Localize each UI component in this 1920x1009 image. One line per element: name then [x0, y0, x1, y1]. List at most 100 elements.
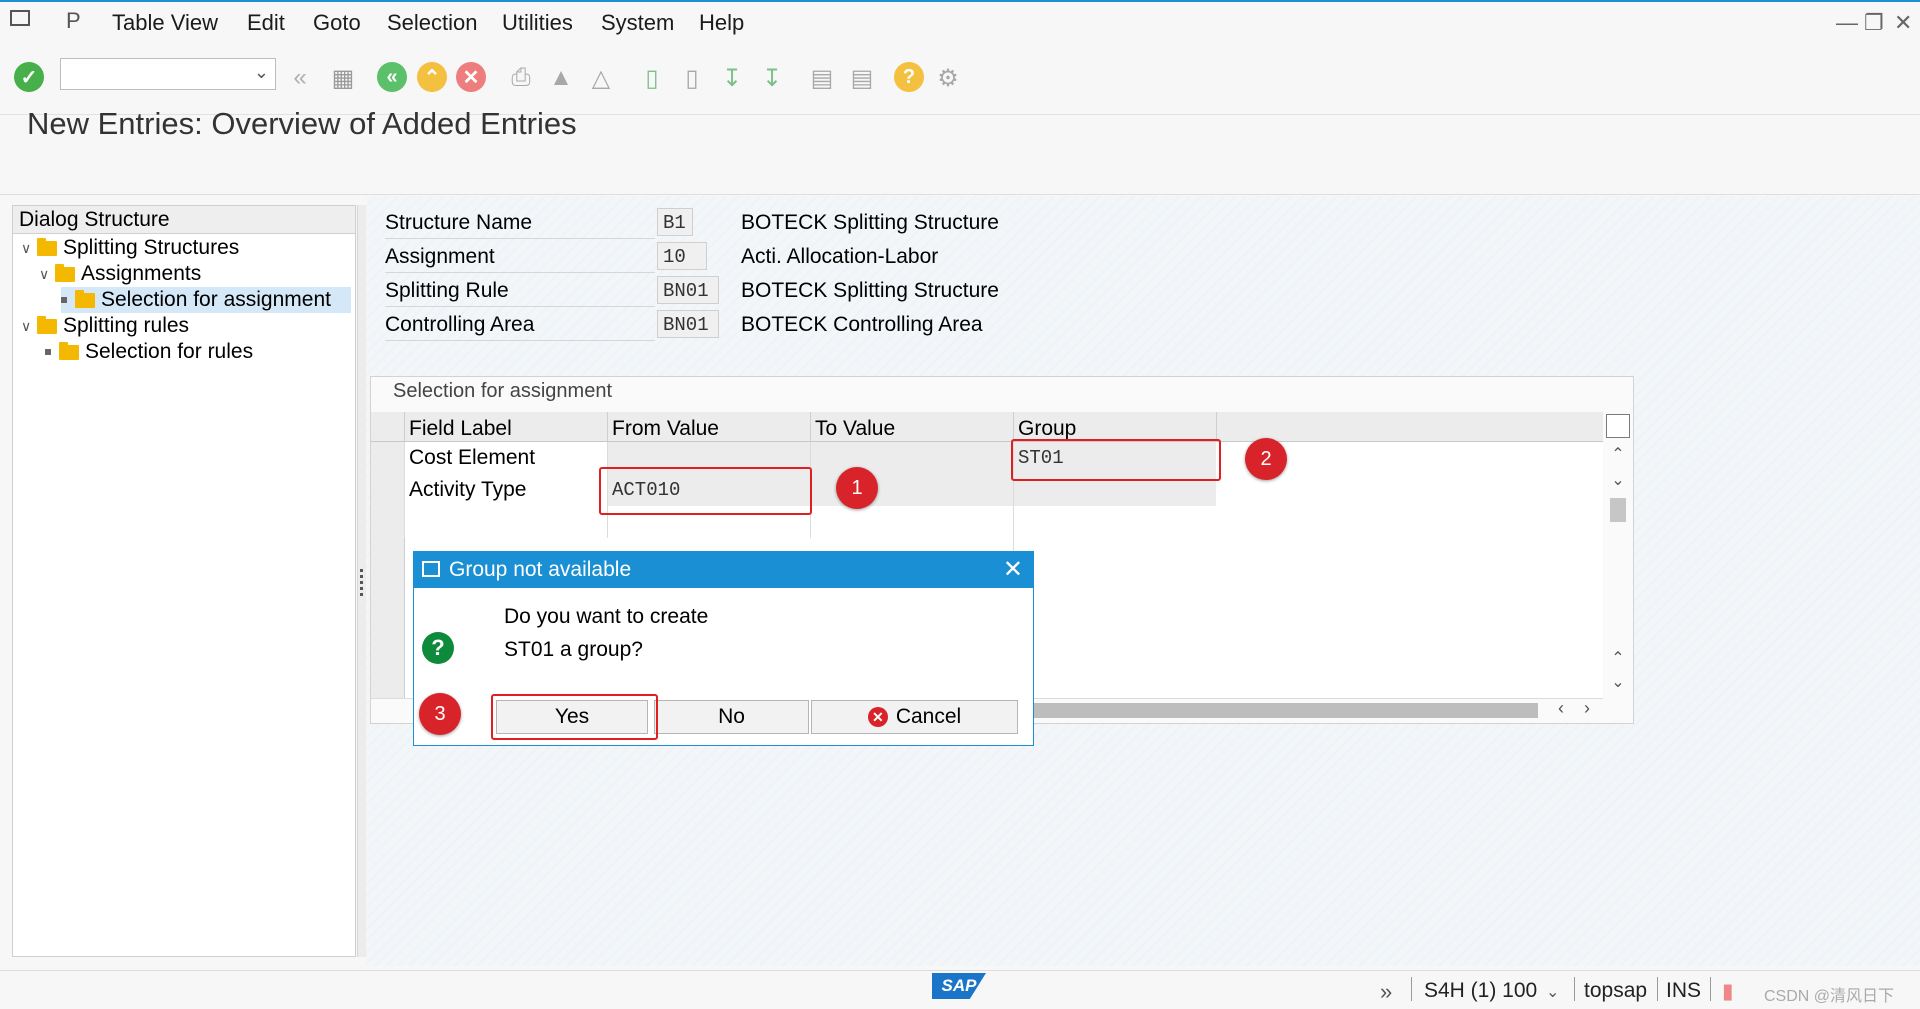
- menu-help[interactable]: Help: [699, 10, 744, 36]
- tree-item-selection-for-rules[interactable]: Selection for rules: [45, 339, 253, 365]
- last-page-icon[interactable]: ↧: [756, 62, 788, 94]
- horizontal-scrollbar[interactable]: [1034, 703, 1538, 718]
- scroll-down-icon[interactable]: ⌄: [1605, 470, 1631, 490]
- command-field[interactable]: ⌄: [60, 58, 276, 90]
- shortcut-icon[interactable]: ▤: [846, 62, 878, 94]
- folder-icon: [37, 237, 57, 256]
- tree-item-assignments[interactable]: ∨ Assignments: [39, 261, 201, 287]
- table-caption: Selection for assignment: [393, 380, 613, 402]
- tree-item-label: Selection for assignment: [101, 288, 331, 311]
- system-info[interactable]: S4H (1) 100: [1424, 979, 1537, 1003]
- menu-selection[interactable]: Selection: [387, 10, 478, 36]
- splitting-rule-label: Splitting Rule: [385, 276, 655, 307]
- close-icon[interactable]: ✕: [1003, 552, 1023, 588]
- row-selector[interactable]: [371, 538, 405, 570]
- table-row: [371, 506, 1603, 539]
- create-session-icon[interactable]: ▤: [806, 62, 838, 94]
- structure-name-value: B1: [657, 208, 693, 236]
- column-header-from-value[interactable]: From Value: [607, 412, 810, 441]
- annotation-box-group: [1011, 439, 1221, 481]
- row-selector[interactable]: [371, 666, 405, 698]
- annotation-badge-3: 3: [419, 693, 461, 735]
- menu-table-view[interactable]: Table View: [112, 10, 218, 36]
- chevron-down-icon[interactable]: ∨: [39, 261, 55, 287]
- find-next-icon[interactable]: △: [585, 62, 617, 94]
- insert-mode[interactable]: INS: [1666, 979, 1701, 1003]
- exit-icon[interactable]: ⌃: [417, 62, 447, 92]
- chevron-down-icon[interactable]: ∨: [21, 235, 37, 261]
- row-selector[interactable]: [371, 506, 405, 538]
- no-button[interactable]: No: [654, 700, 809, 734]
- minimize-icon[interactable]: —: [1836, 10, 1858, 36]
- print-icon[interactable]: ⎙: [505, 62, 537, 94]
- chevron-down-icon[interactable]: ∨: [21, 313, 37, 339]
- back-icon[interactable]: «: [377, 62, 407, 92]
- separator: [1411, 977, 1412, 1001]
- expand-status-icon[interactable]: »: [1380, 979, 1392, 1005]
- group-input[interactable]: [1013, 634, 1216, 666]
- next-page-icon[interactable]: ↧: [716, 62, 748, 94]
- column-header-field-label[interactable]: Field Label: [404, 412, 607, 441]
- menu-goto[interactable]: Goto: [313, 10, 361, 36]
- group-input[interactable]: [1013, 570, 1216, 602]
- dialog-title-bar: Group not available ✕: [414, 552, 1033, 588]
- to-value-input[interactable]: [810, 506, 1013, 538]
- sap-menu-icon[interactable]: [10, 10, 30, 26]
- cancel-icon[interactable]: ✕: [456, 62, 486, 92]
- close-window-icon[interactable]: ✕: [1894, 10, 1912, 36]
- watermark: CSDN @清风日下: [1764, 988, 1895, 1005]
- menu-edit[interactable]: Edit: [247, 10, 285, 36]
- page-down-icon[interactable]: ⌄: [1605, 672, 1631, 692]
- select-all-cell[interactable]: [371, 412, 405, 441]
- tree-item-selection-for-assignment[interactable]: Selection for assignment: [61, 287, 351, 313]
- find-icon[interactable]: ▲: [545, 62, 577, 94]
- row-selector[interactable]: [371, 570, 405, 602]
- vertical-scroll-thumb[interactable]: [1610, 498, 1626, 522]
- structure-name-label: Structure Name: [385, 208, 655, 239]
- dialog-message-line2: ST01 a group?: [504, 638, 643, 661]
- splitting-rule-value: BN01: [657, 276, 719, 304]
- chevron-down-icon[interactable]: ⌄: [1546, 982, 1559, 1002]
- help-icon[interactable]: ?: [894, 62, 924, 92]
- table-header: Field Label From Value To Value Group: [371, 412, 1603, 442]
- group-input[interactable]: [1013, 666, 1216, 698]
- row-selector[interactable]: [371, 602, 405, 634]
- first-page-icon[interactable]: ▯: [636, 62, 668, 94]
- scroll-up-icon[interactable]: ⌃: [1605, 444, 1631, 464]
- group-input[interactable]: [1013, 538, 1216, 570]
- menu-system[interactable]: System: [601, 10, 674, 36]
- group-input[interactable]: [1013, 506, 1216, 538]
- restore-icon[interactable]: ❐: [1864, 10, 1884, 36]
- row-selector[interactable]: [371, 442, 405, 474]
- column-header-group[interactable]: Group: [1013, 412, 1216, 441]
- scroll-right-icon[interactable]: ›: [1584, 698, 1590, 719]
- settings-icon[interactable]: ⚙: [932, 62, 964, 94]
- folder-icon: [55, 263, 75, 282]
- scroll-left-icon[interactable]: ‹: [1558, 698, 1564, 719]
- chevron-down-icon[interactable]: ⌄: [254, 62, 269, 83]
- to-value-input[interactable]: [810, 442, 1013, 474]
- field-label-cell: Activity Type: [404, 474, 607, 506]
- open-folder-icon: [75, 289, 95, 308]
- row-selector[interactable]: [371, 474, 405, 506]
- cancel-button[interactable]: ✕ Cancel: [811, 700, 1018, 734]
- prev-page-icon[interactable]: ▯: [676, 62, 708, 94]
- bullet-icon: [45, 349, 51, 355]
- tree-item-splitting-rules[interactable]: ∨ Splitting rules: [21, 313, 189, 339]
- save-icon[interactable]: ▦: [327, 62, 359, 94]
- table-settings-icon[interactable]: [1606, 414, 1630, 438]
- annotation-box-from-value: [599, 467, 812, 515]
- controlling-area-label: Controlling Area: [385, 310, 655, 341]
- separator: [1710, 977, 1711, 1001]
- user-menu-icon[interactable]: P: [66, 8, 81, 34]
- enter-icon[interactable]: ✓: [14, 62, 44, 92]
- splitter-grip-icon[interactable]: [357, 566, 365, 610]
- back-double-icon[interactable]: «: [284, 62, 316, 94]
- tree-item-splitting-structures[interactable]: ∨ Splitting Structures: [21, 235, 239, 261]
- row-selector[interactable]: [371, 634, 405, 666]
- menu-utilities[interactable]: Utilities: [502, 10, 573, 36]
- column-header-to-value[interactable]: To Value: [810, 412, 1013, 441]
- separator: [1574, 977, 1575, 1001]
- group-input[interactable]: [1013, 602, 1216, 634]
- page-up-icon[interactable]: ⌃: [1605, 648, 1631, 668]
